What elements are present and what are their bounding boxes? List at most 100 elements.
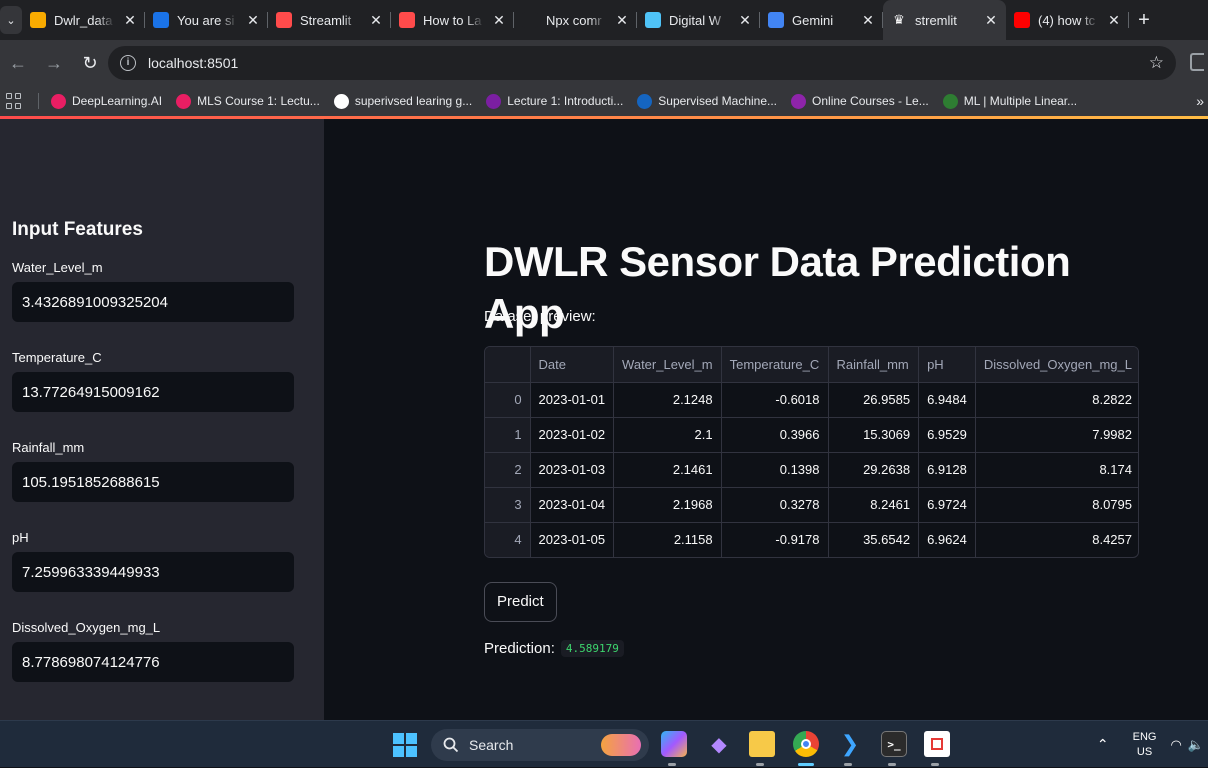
table-cell[interactable]: 0.3278: [721, 487, 829, 523]
wifi-icon[interactable]: ◠: [1170, 737, 1181, 753]
table-cell[interactable]: 2.1248: [613, 382, 722, 418]
system-tray: ⌃ ENG US ◠ 🔈: [1097, 721, 1208, 768]
predict-button[interactable]: Predict: [484, 582, 557, 622]
browser-tab[interactable]: Dwlr_data ✕: [22, 0, 145, 40]
table-cell[interactable]: 8.174: [975, 452, 1138, 488]
table-cell[interactable]: 8.2461: [828, 487, 920, 523]
table-cell[interactable]: 6.9529: [918, 417, 976, 453]
column-header[interactable]: [485, 347, 531, 383]
close-tab-icon[interactable]: ✕: [492, 12, 506, 29]
browser-tab[interactable]: Streamlit ✕: [268, 0, 391, 40]
table-cell[interactable]: -0.6018: [721, 382, 829, 418]
terminal-icon[interactable]: >_: [881, 731, 907, 757]
browser-tab[interactable]: ♛ stremlit ✕: [883, 0, 1006, 40]
table-cell[interactable]: 2.1: [613, 417, 722, 453]
copilot-icon[interactable]: [661, 731, 687, 757]
browser-tab[interactable]: Gemini ✕: [760, 0, 883, 40]
browser-tab[interactable]: Digital W ✕: [637, 0, 760, 40]
table-cell[interactable]: 2.1968: [613, 487, 722, 523]
table-cell[interactable]: 15.3069: [828, 417, 920, 453]
snipping-tool-icon[interactable]: [924, 731, 950, 757]
row-index[interactable]: 1: [485, 417, 531, 453]
table-cell[interactable]: 8.2822: [975, 382, 1138, 418]
row-index[interactable]: 3: [485, 487, 531, 523]
table-cell[interactable]: 2023-01-04: [530, 487, 615, 523]
bookmark-item[interactable]: Lecture 1: Introducti...: [486, 93, 623, 109]
number-input[interactable]: 13.77264915009162: [12, 372, 294, 412]
column-header[interactable]: Rainfall_mm: [828, 347, 920, 383]
back-arrow-icon[interactable]: ←: [0, 53, 36, 74]
bookmark-item[interactable]: MLS Course 1: Lectu...: [176, 93, 320, 109]
column-header[interactable]: Date: [530, 347, 615, 383]
site-info-icon[interactable]: i: [120, 55, 136, 71]
table-cell[interactable]: 6.9128: [918, 452, 976, 488]
row-index[interactable]: 0: [485, 382, 531, 418]
table-cell[interactable]: 2.1461: [613, 452, 722, 488]
table-cell[interactable]: 8.0795: [975, 487, 1138, 523]
close-tab-icon[interactable]: ✕: [369, 12, 383, 29]
close-tab-icon[interactable]: ✕: [984, 12, 998, 29]
table-cell[interactable]: 29.2638: [828, 452, 920, 488]
row-index[interactable]: 2: [485, 452, 531, 488]
table-cell[interactable]: -0.9178: [721, 522, 829, 557]
table-cell[interactable]: 8.4257: [975, 522, 1138, 557]
number-input[interactable]: 3.4326891009325204: [12, 282, 294, 322]
browser-tab[interactable]: You are si ✕: [145, 0, 268, 40]
number-input[interactable]: 7.259963339449933: [12, 552, 294, 592]
close-tab-icon[interactable]: ✕: [123, 12, 137, 29]
chrome-icon[interactable]: [793, 731, 819, 757]
new-tab-button[interactable]: +: [1129, 9, 1159, 32]
windows-start-icon[interactable]: [393, 733, 417, 757]
close-tab-icon[interactable]: ✕: [615, 12, 629, 29]
table-cell[interactable]: 0.1398: [721, 452, 829, 488]
table-cell[interactable]: 6.9484: [918, 382, 976, 418]
obsidian-icon[interactable]: ◆: [706, 731, 732, 757]
dataset-preview-table[interactable]: Date Water_Level_m Temperature_C Rainfall_m…: [484, 346, 1139, 558]
bookmark-item[interactable]: superivsed learing g...: [333, 93, 472, 109]
column-header[interactable]: Water_Level_m: [613, 347, 722, 383]
table-cell[interactable]: 26.9585: [828, 382, 920, 418]
more-bookmarks-button[interactable]: »: [1196, 93, 1204, 109]
forward-arrow-icon[interactable]: →: [36, 53, 72, 74]
address-bar[interactable]: i localhost:8501 ☆: [108, 46, 1176, 80]
table-cell[interactable]: 2.1158: [613, 522, 722, 557]
column-header[interactable]: Temperature_C: [721, 347, 829, 383]
browser-tab[interactable]: Npx comr ✕: [514, 0, 637, 40]
tab-search-chevron-icon[interactable]: ⌄: [0, 6, 22, 34]
browser-tab[interactable]: (4) how tc ✕: [1006, 0, 1129, 40]
close-tab-icon[interactable]: ✕: [861, 12, 875, 29]
number-input[interactable]: 105.1951852688615: [12, 462, 294, 502]
reload-icon[interactable]: ↻: [72, 53, 108, 74]
table-cell[interactable]: 6.9624: [918, 522, 976, 557]
table-cell[interactable]: 7.9982: [975, 417, 1138, 453]
column-header[interactable]: Dissolved_Oxygen_mg_L: [975, 347, 1138, 383]
close-tab-icon[interactable]: ✕: [246, 12, 260, 29]
extensions-icon[interactable]: [1190, 53, 1204, 71]
close-tab-icon[interactable]: ✕: [738, 12, 752, 29]
table-cell[interactable]: 2023-01-01: [530, 382, 615, 418]
file-explorer-icon[interactable]: [749, 731, 775, 757]
address-url[interactable]: localhost:8501: [148, 55, 238, 71]
bookmark-item[interactable]: Supervised Machine...: [637, 93, 777, 109]
table-cell[interactable]: 35.6542: [828, 522, 920, 557]
vscode-icon[interactable]: ❯: [837, 731, 863, 757]
table-cell[interactable]: 6.9724: [918, 487, 976, 523]
bookmark-item[interactable]: ML | Multiple Linear...: [942, 93, 1077, 109]
table-cell[interactable]: 0.3966: [721, 417, 829, 453]
number-input[interactable]: 8.778698074124776: [12, 642, 294, 682]
close-tab-icon[interactable]: ✕: [1107, 12, 1121, 29]
bookmark-item[interactable]: Online Courses - Le...: [791, 93, 929, 109]
bookmark-item[interactable]: DeepLearning.AI: [51, 93, 162, 109]
apps-grid-icon[interactable]: [6, 93, 22, 109]
speaker-icon[interactable]: 🔈: [1188, 737, 1204, 753]
table-cell[interactable]: 2023-01-02: [530, 417, 615, 453]
row-index[interactable]: 4: [485, 522, 531, 557]
bookmark-star-icon[interactable]: ☆: [1149, 53, 1164, 73]
column-header[interactable]: pH: [918, 347, 976, 383]
table-cell[interactable]: 2023-01-05: [530, 522, 615, 557]
language-indicator[interactable]: ENG US: [1133, 730, 1157, 760]
table-cell[interactable]: 2023-01-03: [530, 452, 615, 488]
taskbar-search[interactable]: Search: [431, 729, 649, 761]
chevron-up-icon[interactable]: ⌃: [1097, 736, 1109, 753]
browser-tab[interactable]: How to La ✕: [391, 0, 514, 40]
